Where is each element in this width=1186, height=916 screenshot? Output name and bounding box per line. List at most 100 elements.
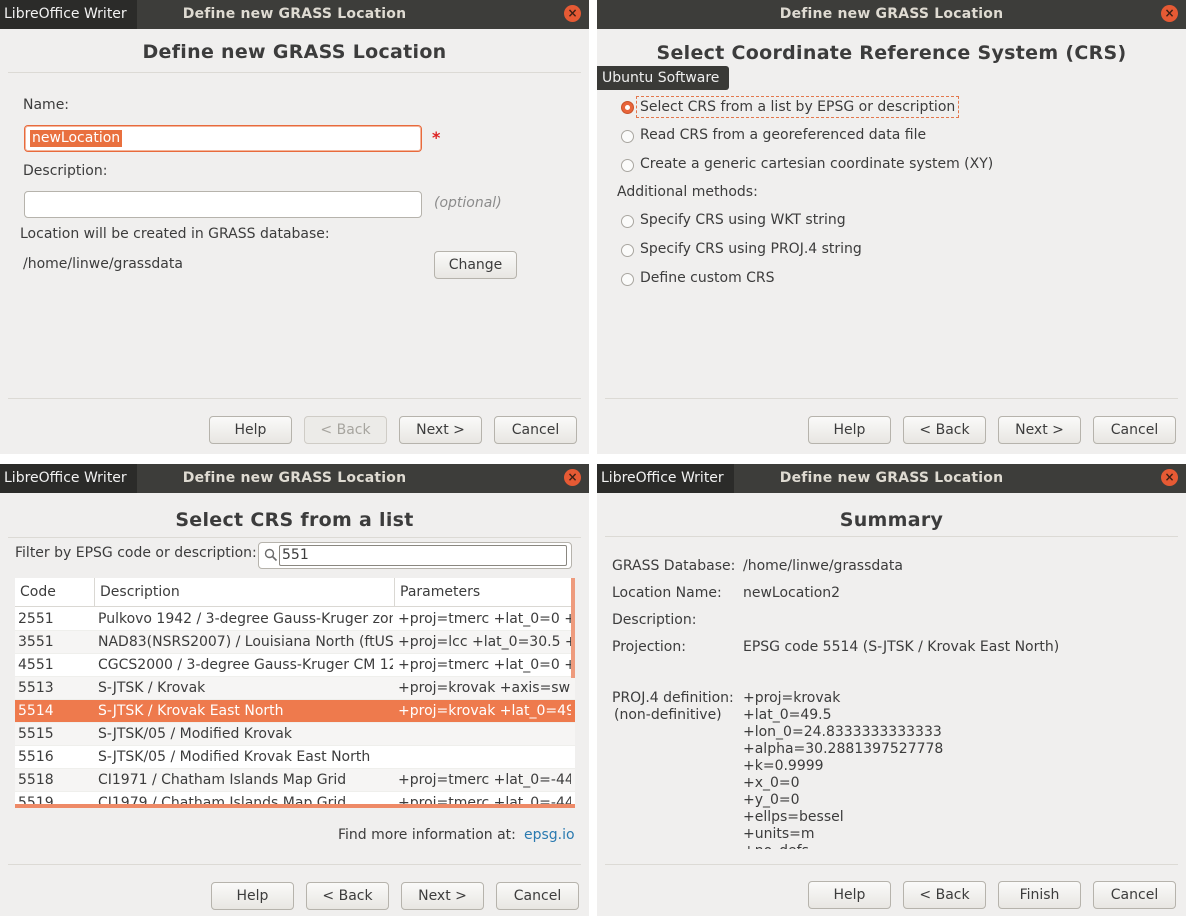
- back-button[interactable]: < Back: [304, 416, 387, 444]
- proj4-line: +y_0=0: [743, 792, 800, 808]
- table-row[interactable]: 5516 S-JTSK/05 / Modified Krovak East Nor…: [15, 746, 575, 769]
- help-button[interactable]: Help: [209, 416, 292, 444]
- radio-button[interactable]: [621, 244, 634, 257]
- proj4-line: +no_defs: [743, 843, 809, 849]
- divider: [8, 537, 581, 538]
- cancel-button[interactable]: Cancel: [1093, 881, 1176, 909]
- description-field[interactable]: [24, 191, 422, 218]
- back-button[interactable]: < Back: [903, 416, 986, 444]
- radio-button[interactable]: [621, 101, 634, 114]
- column-header-code[interactable]: Code: [15, 578, 95, 607]
- help-button[interactable]: Help: [211, 882, 294, 910]
- filter-input[interactable]: 551: [279, 545, 567, 566]
- table-cell-params: [395, 746, 571, 769]
- titlebar: Define new GRASS Location ×: [597, 0, 1186, 29]
- summary-db-key: GRASS Database:: [612, 558, 736, 574]
- tooltip: Ubuntu Software: [597, 66, 730, 90]
- divider: [8, 398, 581, 399]
- column-header-parameters[interactable]: Parameters: [395, 578, 575, 607]
- next-button[interactable]: Next >: [998, 416, 1081, 444]
- radio-button[interactable]: [621, 130, 634, 143]
- radio-label: Specify CRS using PROJ.4 string: [640, 241, 862, 257]
- dialog-summary: Define new GRASS Location LibreOffice Wr…: [597, 464, 1186, 916]
- more-info-label: Find more information at:: [338, 827, 516, 843]
- table-cell-params: +proj=lcc +lat_0=30.5 +lon: [398, 634, 571, 650]
- table-cell-code: 2551: [18, 611, 54, 627]
- help-button[interactable]: Help: [808, 881, 891, 909]
- table-row[interactable]: 5513 S-JTSK / Krovak +proj=krovak +axis=sw…: [15, 677, 575, 700]
- name-label: Name:: [23, 97, 70, 113]
- titlebar: Define new GRASS Location LibreOffice Wr…: [0, 464, 589, 493]
- table-row[interactable]: 5514 S-JTSK / Krovak East North +proj=krov…: [15, 700, 575, 723]
- table-cell-params: +proj=tmerc +lat_0=0 +lon: [398, 657, 571, 673]
- close-icon[interactable]: ×: [1161, 5, 1178, 22]
- back-button[interactable]: < Back: [306, 882, 389, 910]
- close-icon[interactable]: ×: [1161, 469, 1178, 486]
- cancel-button[interactable]: Cancel: [1093, 416, 1176, 444]
- database-note: Location will be created in GRASS databa…: [20, 226, 330, 242]
- next-button[interactable]: Next >: [399, 416, 482, 444]
- table-cell-desc: CGCS2000 / 3-degree Gauss-Kruger CM 126E: [98, 657, 393, 673]
- table-cell-code: 5513: [18, 680, 54, 696]
- app-badge[interactable]: LibreOffice Writer: [0, 464, 137, 493]
- proj4-line: +ellps=bessel: [743, 809, 844, 825]
- table-cell-params: [395, 723, 571, 746]
- table-row[interactable]: 5515 S-JTSK/05 / Modified Krovak: [15, 723, 575, 746]
- filter-search-box[interactable]: 551: [258, 542, 572, 569]
- table-scrollbar[interactable]: [571, 578, 575, 678]
- radio-label: Select CRS from a list by EPSG or descri…: [635, 96, 960, 118]
- summary-projection-value: EPSG code 5514 (S-JTSK / Krovak East Nor…: [743, 639, 1060, 655]
- epsg-link[interactable]: epsg.io: [524, 827, 575, 843]
- radio-button[interactable]: [621, 273, 634, 286]
- radio-button[interactable]: [621, 159, 634, 172]
- divider: [605, 398, 1178, 399]
- table-cell-code: 5516: [18, 749, 54, 765]
- database-path: /home/linwe/grassdata: [23, 256, 183, 272]
- finish-button[interactable]: Finish: [998, 881, 1081, 909]
- dialog-select-crs-method: Define new GRASS Location × Select Coord…: [597, 0, 1186, 454]
- table-cell-desc: S-JTSK/05 / Modified Krovak: [98, 726, 292, 742]
- table-row[interactable]: 2551 Pulkovo 1942 / 3-degree Gauss-Kruger…: [15, 608, 575, 631]
- table-cell-desc: S-JTSK / Krovak East North: [98, 703, 284, 719]
- dialog-select-crs-list: Define new GRASS Location LibreOffice Wr…: [0, 464, 589, 916]
- table-cell-desc: CI1971 / Chatham Islands Map Grid: [98, 772, 347, 788]
- summary-location-key: Location Name:: [612, 585, 722, 601]
- crs-table: Code Description Parameters 2551 Pulkovo …: [15, 578, 575, 808]
- table-cell-params: +proj=krovak +axis=swu +l: [398, 680, 571, 696]
- table-cell-code: 5514: [18, 703, 54, 719]
- proj4-definition-block: +proj=krovak +lat_0=49.5 +lon_0=24.8333333…: [597, 684, 1186, 849]
- back-button[interactable]: < Back: [903, 881, 986, 909]
- table-cell-params: +proj=krovak +lat_0=49.5 +: [398, 703, 571, 719]
- table-row[interactable]: 4551 CGCS2000 / 3-degree Gauss-Kruger CM …: [15, 654, 575, 677]
- table-row[interactable]: 5519 CI1979 / Chatham Islands Map Grid +pr…: [15, 792, 575, 804]
- table-row[interactable]: 3551 NAD83(NSRS2007) / Louisiana North (f…: [15, 631, 575, 654]
- change-button[interactable]: Change: [434, 251, 517, 279]
- cancel-button[interactable]: Cancel: [494, 416, 577, 444]
- app-badge[interactable]: LibreOffice Writer: [597, 464, 734, 493]
- column-header-description[interactable]: Description: [95, 578, 395, 607]
- filter-label: Filter by EPSG code or description:: [15, 545, 257, 561]
- radio-label: Define custom CRS: [640, 270, 775, 286]
- close-icon[interactable]: ×: [564, 5, 581, 22]
- proj4-line: +proj=krovak: [743, 690, 841, 706]
- table-cell-desc: Pulkovo 1942 / 3-degree Gauss-Kruger zon…: [98, 611, 393, 627]
- proj4-line: +lon_0=24.8333333333333: [743, 724, 942, 740]
- proj4-line: +x_0=0: [743, 775, 800, 791]
- table-row[interactable]: 5518 CI1971 / Chatham Islands Map Grid +pr…: [15, 769, 575, 792]
- proj4-line: +alpha=30.2881397527778: [743, 741, 944, 757]
- page-title: Select Coordinate Reference System (CRS): [656, 42, 1127, 64]
- name-field[interactable]: newLocation: [24, 125, 422, 152]
- table-cell-code: 5518: [18, 772, 54, 788]
- page-title: Define new GRASS Location: [142, 41, 447, 63]
- app-badge[interactable]: LibreOffice Writer: [0, 0, 137, 29]
- radio-button[interactable]: [621, 215, 634, 228]
- cancel-button[interactable]: Cancel: [496, 882, 579, 910]
- summary-db-value: /home/linwe/grassdata: [743, 558, 903, 574]
- titlebar: Define new GRASS Location LibreOffice Wr…: [0, 0, 589, 29]
- proj4-line: +k=0.9999: [743, 758, 824, 774]
- next-button[interactable]: Next >: [401, 882, 484, 910]
- help-button[interactable]: Help: [808, 416, 891, 444]
- page-title: Select CRS from a list: [175, 509, 414, 531]
- close-icon[interactable]: ×: [564, 469, 581, 486]
- radio-label: Create a generic cartesian coordinate sy…: [640, 156, 994, 172]
